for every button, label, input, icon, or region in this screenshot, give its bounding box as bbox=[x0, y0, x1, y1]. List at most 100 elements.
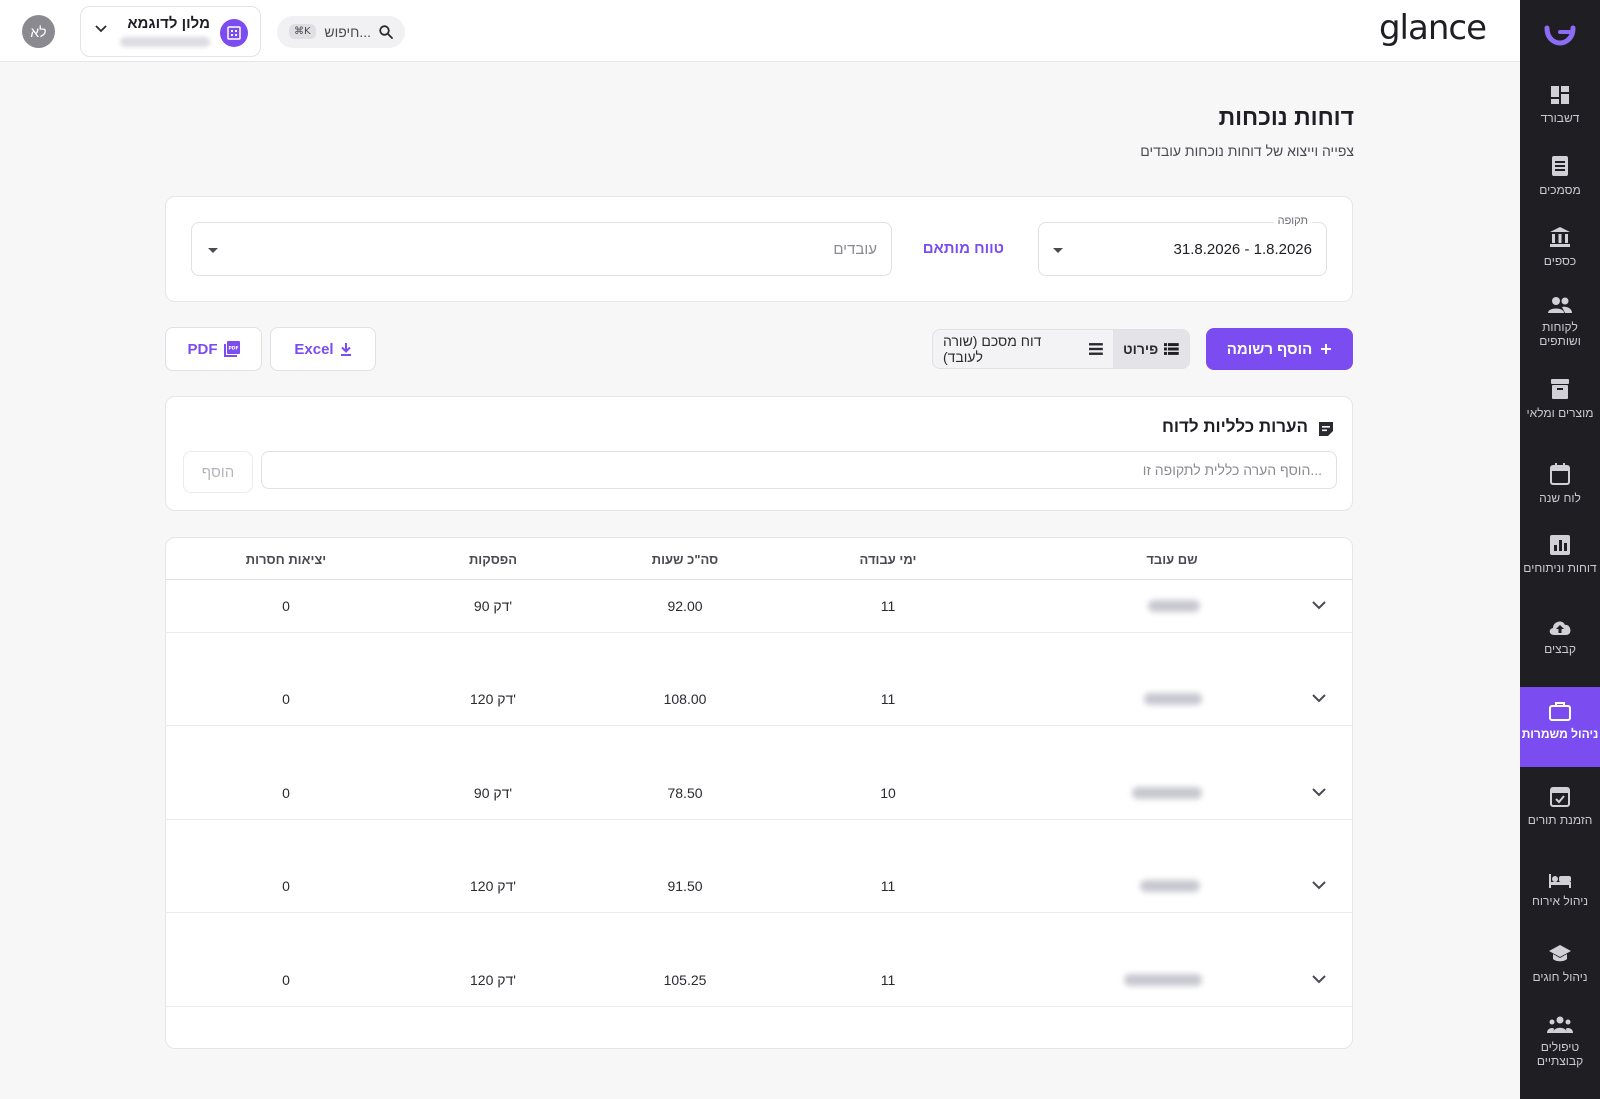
bar-chart-icon bbox=[1550, 535, 1570, 555]
view-summary-label: דוח מסכם (שורה לעובד) bbox=[943, 333, 1042, 365]
header-total-hours: סה"כ שעות bbox=[651, 552, 719, 567]
export-pdf-label: PDF bbox=[187, 340, 218, 358]
sidebar-item-label: לקוחות ושותפים bbox=[1539, 320, 1581, 348]
hotel-switcher[interactable]: מלון לדוגמא bbox=[80, 6, 261, 57]
download-icon bbox=[340, 343, 351, 356]
chevron-down-icon[interactable] bbox=[1312, 881, 1326, 890]
cell-breaks: 120 דק' bbox=[470, 691, 516, 707]
briefcase-icon bbox=[1549, 702, 1571, 721]
employee-name-blurred bbox=[1132, 787, 1202, 799]
note-icon bbox=[1319, 422, 1333, 436]
employees-select[interactable]: עובדים bbox=[191, 222, 892, 276]
sidebar-item-reports[interactable]: דוחות וניתוחים bbox=[1520, 535, 1600, 601]
chevron-down-icon[interactable] bbox=[1312, 601, 1326, 610]
header-work-days: ימי עבודה bbox=[859, 552, 917, 567]
view-toggle: דוח מסכם (שורה לעובד) פירוט bbox=[932, 329, 1190, 369]
view-summary-option[interactable]: דוח מסכם (שורה לעובד) bbox=[933, 330, 1113, 368]
building-icon bbox=[220, 19, 248, 47]
plus-icon bbox=[1321, 344, 1332, 354]
avatar[interactable]: לא bbox=[22, 15, 55, 48]
sidebar-item-classes[interactable]: ניהול חוגים bbox=[1520, 944, 1600, 1004]
sidebar-item-files[interactable]: קבצים bbox=[1520, 618, 1600, 678]
bed-icon bbox=[1549, 874, 1571, 888]
add-entry-label: הוסף רשומה bbox=[1226, 340, 1313, 358]
filters-card: תקופה 31.8.2026 - 1.8.2026 טווח מותאם עו… bbox=[165, 196, 1353, 302]
chevron-down-icon[interactable] bbox=[1312, 788, 1326, 797]
cloud-upload-icon bbox=[1549, 621, 1571, 635]
cell-work-days: 11 bbox=[880, 691, 896, 707]
hotel-subtitle-blurred bbox=[120, 37, 210, 47]
view-detailed-option[interactable]: פירוט bbox=[1113, 330, 1189, 368]
cell-absences: 0 bbox=[282, 598, 290, 614]
search-icon bbox=[379, 25, 393, 39]
sidebar-item-appointments[interactable]: הזמנת תורים bbox=[1520, 785, 1600, 851]
sidebar-item-products[interactable]: מוצרים ומלאי bbox=[1520, 378, 1600, 444]
header-divider bbox=[165, 579, 1353, 580]
period-value: 31.8.2026 - 1.8.2026 bbox=[1173, 241, 1312, 258]
row-divider bbox=[165, 1006, 1353, 1007]
pdf-icon: PDF bbox=[223, 341, 240, 357]
employee-name-blurred bbox=[1148, 600, 1200, 612]
page-title: דוחות נוכחות bbox=[1218, 104, 1354, 130]
view-detailed-label: פירוט bbox=[1123, 341, 1159, 357]
cell-work-days: 10 bbox=[880, 785, 896, 801]
note-input[interactable]: הוסף הערה כללית לתקופה זו... bbox=[261, 451, 1337, 489]
search-placeholder: חיפוש... bbox=[324, 24, 371, 40]
sidebar-item-group-therapy[interactable]: טיפולים קבוצתיים bbox=[1520, 1016, 1600, 1082]
add-note-button[interactable]: הוסף bbox=[183, 451, 253, 493]
export-excel-button[interactable]: Excel bbox=[270, 327, 376, 371]
row-divider bbox=[165, 912, 1353, 913]
cell-total-hours: 108.00 bbox=[663, 691, 707, 707]
detailed-list-icon bbox=[1164, 343, 1179, 355]
sidebar-item-label: מוצרים ומלאי bbox=[1526, 406, 1594, 420]
calendar-icon bbox=[1550, 463, 1570, 485]
header-absences: יציאות חסרות bbox=[245, 552, 327, 567]
employees-placeholder: עובדים bbox=[833, 241, 877, 258]
page-subtitle: צפייה וייצוא של דוחות נוכחות עובדים bbox=[1140, 143, 1354, 159]
cell-total-hours: 92.00 bbox=[667, 598, 703, 614]
archive-icon bbox=[1551, 379, 1569, 399]
cell-absences: 0 bbox=[282, 691, 290, 707]
add-entry-button[interactable]: הוסף רשומה bbox=[1206, 328, 1353, 370]
cell-breaks: 120 דק' bbox=[470, 972, 516, 988]
sidebar-item-calendar[interactable]: לוח שנה bbox=[1520, 463, 1600, 523]
chevron-down-icon[interactable] bbox=[1312, 694, 1326, 703]
logo-icon bbox=[1544, 25, 1576, 46]
sidebar-item-dashboard[interactable]: דשבורד bbox=[1520, 85, 1600, 145]
sidebar-item-label: דשבורד bbox=[1540, 111, 1580, 125]
header-employee: שם עובד bbox=[1146, 552, 1198, 567]
sidebar-item-finance[interactable]: כספים bbox=[1520, 226, 1600, 286]
row-divider bbox=[165, 725, 1353, 726]
cell-breaks: 120 דק' bbox=[470, 878, 516, 894]
period-select[interactable]: תקופה 31.8.2026 - 1.8.2026 bbox=[1038, 215, 1327, 276]
sidebar-item-label: הזמנת תורים bbox=[1527, 813, 1593, 827]
sidebar-item-label: לוח שנה bbox=[1539, 491, 1581, 505]
sidebar-item-label: ניהול חוגים bbox=[1532, 970, 1588, 984]
cell-work-days: 11 bbox=[880, 878, 896, 894]
documents-icon bbox=[1552, 156, 1568, 176]
cell-absences: 0 bbox=[282, 972, 290, 988]
sidebar: דשבורד מסמכים כספים לקוחות ושותפים מוצרי… bbox=[1520, 0, 1600, 1099]
custom-range-link[interactable]: טווח מותאם bbox=[923, 240, 1004, 257]
chevron-down-icon[interactable] bbox=[1312, 975, 1326, 984]
export-pdf-button[interactable]: PDF PDF bbox=[165, 327, 262, 371]
employee-name-blurred bbox=[1124, 974, 1202, 986]
cell-absences: 0 bbox=[282, 878, 290, 894]
app-logo[interactable] bbox=[1520, 0, 1600, 70]
cell-work-days: 11 bbox=[880, 972, 896, 988]
sidebar-item-customers[interactable]: לקוחות ושותפים bbox=[1520, 296, 1600, 362]
caret-down-icon bbox=[208, 248, 218, 253]
search-shortcut: ⌘K bbox=[289, 24, 316, 39]
bank-icon bbox=[1550, 227, 1570, 247]
search-input[interactable]: ⌘K חיפוש... bbox=[277, 16, 405, 48]
employee-name-blurred bbox=[1144, 693, 1202, 705]
row-divider bbox=[165, 632, 1353, 633]
header-breaks: הפסקות bbox=[468, 552, 518, 567]
sidebar-item-hosting[interactable]: ניהול אירוח bbox=[1520, 872, 1600, 932]
people-icon bbox=[1548, 297, 1572, 313]
notes-title: הערות כלליות לדוח bbox=[1161, 417, 1308, 436]
sidebar-item-shifts[interactable]: ניהול משמרות bbox=[1520, 687, 1600, 767]
sidebar-item-label: כספים bbox=[1543, 254, 1577, 268]
cell-total-hours: 105.25 bbox=[663, 972, 707, 988]
sidebar-item-documents[interactable]: מסמכים bbox=[1520, 155, 1600, 215]
